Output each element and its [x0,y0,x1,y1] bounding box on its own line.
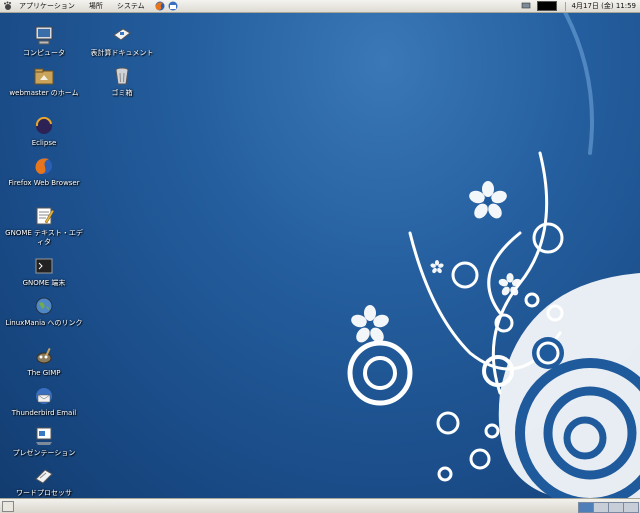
gimp-icon [36,347,52,364]
bottom-panel [0,498,640,513]
desktop-icon-label: ワードプロセッサ [16,489,72,497]
clock[interactable]: 4月17日 (金) 11:59 [568,1,640,11]
places-menu-label: 場所 [88,2,103,10]
desktop-icon-gimp[interactable]: The GIMP [4,345,84,378]
desktop-icon-label: GNOME 端末 [22,279,66,287]
desktop-icon-home[interactable]: webmaster のホーム [4,65,84,98]
desktop-icon-label: LinuxMania へのリンク [5,319,83,327]
desktop-icon-eclipse[interactable]: Eclipse [4,115,84,148]
places-menu[interactable]: 場所 [82,0,110,12]
workspace-2[interactable] [593,502,609,513]
presentation-icon [36,427,52,445]
desktop-icon-label: webmaster のホーム [9,89,79,97]
desktop-icon-presentation[interactable]: プレゼンテーション [4,425,84,458]
workspace-3[interactable] [608,502,624,513]
desktop-icon-trash[interactable]: ゴミ箱 [82,65,162,98]
workspace-1[interactable] [578,502,594,513]
terminal-icon [35,258,53,274]
gnome-foot-icon [4,1,11,10]
show-desktop-button[interactable] [2,501,14,512]
thunderbird-icon [36,388,52,404]
trash-icon [115,67,129,85]
network-tray-icon[interactable] [521,2,531,10]
desktop-icon-terminal[interactable]: GNOME 端末 [4,255,84,288]
desktop-icon-label: Eclipse [31,139,57,147]
panel-separator [564,1,566,11]
applications-menu[interactable]: アプリケーション [0,0,82,12]
desktop-icon-spreadsheet[interactable]: 表計算ドキュメント [82,25,162,58]
text-editor-icon [36,207,55,225]
applications-menu-label: アプリケーション [19,2,75,10]
system-menu[interactable]: システム [110,0,152,12]
home-folder-icon [34,68,54,85]
thunderbird-launcher-icon[interactable] [168,1,178,11]
desktop-icon-text-editor[interactable]: GNOME テキスト・エディタ [4,205,84,247]
system-menu-label: システム [116,2,145,10]
globe-link-icon [35,297,53,315]
desktop-icon-label: Firefox Web Browser [8,179,80,187]
computer-icon [35,26,53,45]
desktop-icon-label: Thunderbird Email [11,409,77,417]
workspace-4[interactable] [623,502,639,513]
desktop-icon-computer[interactable]: コンピュータ [4,25,84,58]
desktop-icon-firefox[interactable]: Firefox Web Browser [4,155,84,188]
desktop[interactable]: コンピュータ webmaster のホーム Eclipse Firefox We… [0,13,640,498]
firefox-icon [35,158,52,174]
system-monitor-applet[interactable] [536,1,557,11]
desktop-icon-label: The GIMP [27,369,61,377]
word-processor-icon [35,469,53,484]
desktop-icon-linuxmania-link[interactable]: LinuxMania へのリンク [4,295,84,328]
top-panel: アプリケーション 場所 システム 4月17日 (金) 11:59 [0,0,640,13]
desktop-icon-label: GNOME テキスト・エディタ [5,229,83,246]
eclipse-icon [35,116,52,134]
firefox-launcher-icon[interactable] [155,1,165,11]
desktop-icon-label: ゴミ箱 [111,89,133,97]
desktop-icon-label: プレゼンテーション [12,449,76,457]
desktop-icon-label: コンピュータ [23,49,65,57]
desktop-icon-label: 表計算ドキュメント [90,49,154,57]
desktop-icon-thunderbird[interactable]: Thunderbird Email [4,385,84,418]
spreadsheet-icon [113,28,131,41]
desktop-icon-word-processor[interactable]: ワードプロセッサ [4,465,84,498]
